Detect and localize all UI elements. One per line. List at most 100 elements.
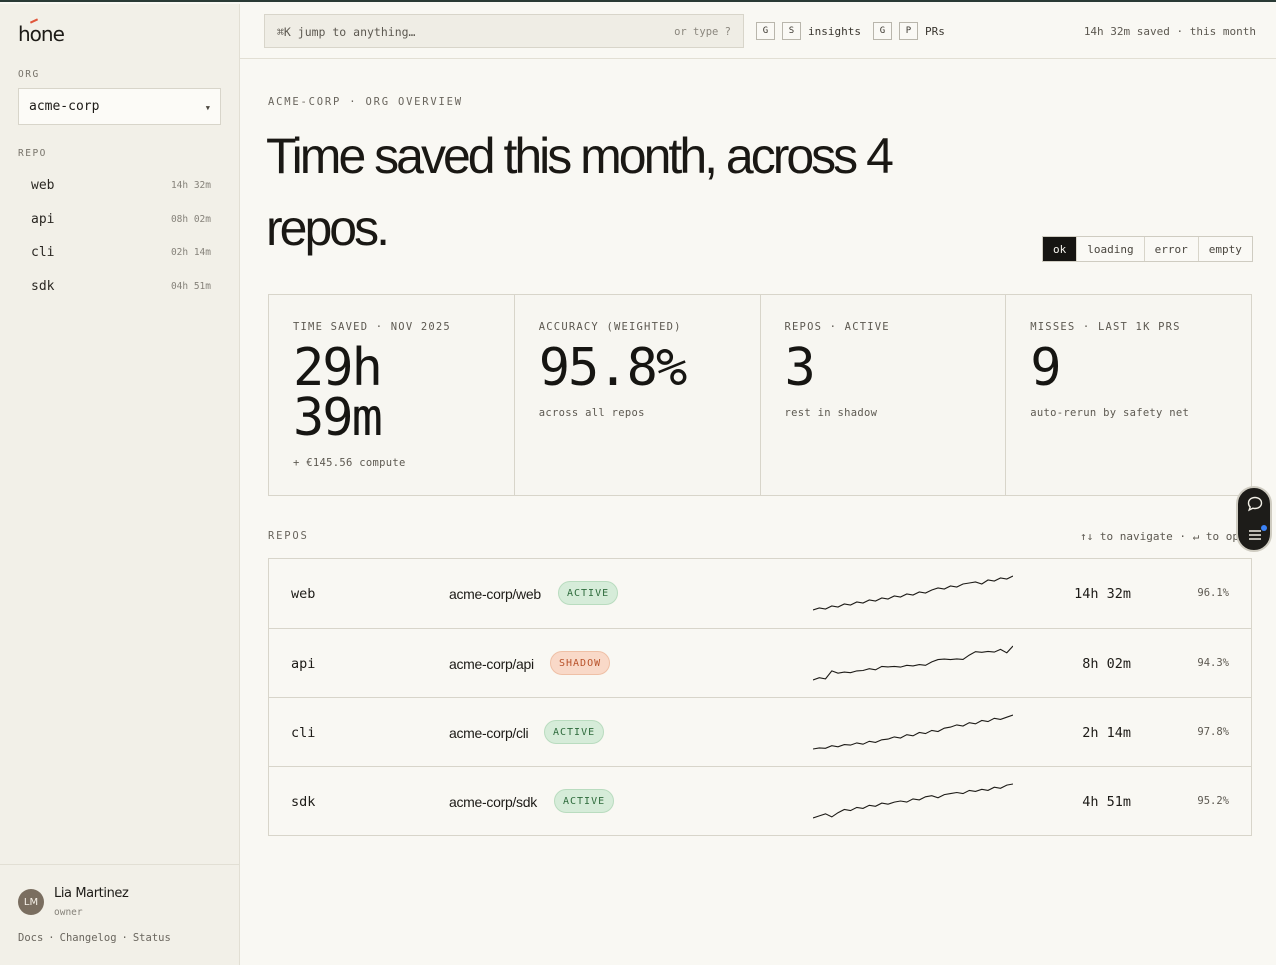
stat-label: ACCURACY (WEIGHTED): [538, 321, 682, 333]
status-badge: ACTIVE: [554, 789, 615, 813]
search-hint: or type ?: [674, 26, 731, 38]
org-select[interactable]: acme-corp ▼: [18, 88, 221, 125]
repo-time-saved: 2h 14m: [1082, 725, 1131, 741]
stat-label: TIME SAVED · NOV 2025: [293, 321, 451, 333]
sidebar-item-label: cli: [31, 245, 55, 261]
state-option-empty[interactable]: empty: [1197, 237, 1252, 261]
table-row[interactable]: cli acme-corp/cli ACTIVE 2h 14m 97.8%: [269, 697, 1251, 766]
sidebar-footer: LM Lia Martinez owner Docs · Changelog · Sta…: [0, 864, 239, 965]
sidebar-item-time: 08h 02m: [170, 213, 211, 225]
stats-panel: TIME SAVED · NOV 2025 29h 39m + €145.56 c…: [268, 294, 1252, 496]
org-label: ORG: [18, 69, 40, 80]
repo-time-saved: 4h 51m: [1082, 794, 1131, 810]
repo-label: REPO: [18, 148, 47, 159]
trend-sparkline: [813, 783, 1013, 819]
state-option-error[interactable]: error: [1143, 237, 1198, 261]
stat-value: 29h 39m: [293, 342, 490, 444]
table-row[interactable]: web acme-corp/web ACTIVE 14h 32m 96.1%: [269, 559, 1251, 628]
trend-sparkline: [813, 645, 1013, 681]
repo-accuracy: 94.3%: [1197, 657, 1229, 669]
stat-label: REPOS · ACTIVE: [784, 321, 890, 333]
stat-label: MISSES · LAST 1K PRS: [1030, 321, 1181, 333]
repo-name: api: [291, 656, 316, 672]
org-select-value: acme-corp: [29, 99, 100, 114]
repo-time-saved: 14h 32m: [1074, 586, 1131, 602]
stat-value-line2: 39m: [293, 388, 383, 448]
stat-sub: across all repos: [538, 407, 645, 419]
sidebar-item-time: 04h 51m: [170, 280, 211, 292]
trend-line: [813, 714, 1013, 750]
table-row[interactable]: api acme-corp/api SHADOW 8h 02m 94.3%: [269, 628, 1251, 697]
sidebar-item-web[interactable]: web 14h 32m: [18, 169, 221, 203]
stat-misses: MISSES · LAST 1K PRS 9 auto-rerun by saf…: [1005, 295, 1251, 495]
repo-path: acme-corp/sdk: [449, 794, 537, 810]
trend-sparkline: [813, 714, 1013, 750]
repo-name: web: [291, 586, 316, 602]
trend-sparkline: [813, 575, 1013, 611]
sidebar-repo-list: web 14h 32m api 08h 02m cli 02h 14m sdk …: [18, 169, 221, 303]
sidebar-item-label: sdk: [31, 278, 55, 294]
kbd-key: G: [873, 22, 892, 40]
trend-line: [813, 783, 1013, 819]
trend-line: [813, 575, 1013, 611]
stat-repos-active: REPOS · ACTIVE 3 rest in shadow: [759, 295, 1006, 495]
insights-shortcut-link[interactable]: insights: [808, 25, 861, 38]
repo-name: cli: [291, 725, 316, 741]
stat-sub: auto-rerun by safety net: [1030, 407, 1190, 419]
avatar[interactable]: LM: [18, 889, 44, 915]
status-link[interactable]: Status: [133, 932, 171, 944]
repo-path: acme-corp/cli: [449, 725, 529, 741]
status-badge: ACTIVE: [544, 720, 605, 744]
repo-name: sdk: [291, 794, 316, 810]
sidebar-item-label: web: [31, 178, 55, 194]
repos-table: web acme-corp/web ACTIVE 14h 32m 96.1% a…: [268, 558, 1252, 836]
status-badge: ACTIVE: [558, 581, 619, 605]
state-toggle: ok loading error empty: [1042, 236, 1253, 262]
stat-value: 3: [784, 338, 816, 398]
sidebar-item-label: api: [31, 211, 55, 227]
table-row[interactable]: sdk acme-corp/sdk ACTIVE 4h 51m 95.2%: [269, 766, 1251, 835]
page-title: Time saved this month, across 4 repos.: [266, 128, 894, 256]
chat-bubble-icon[interactable]: [1246, 495, 1264, 513]
floating-help-widget: [1236, 486, 1272, 552]
status-badge: SHADOW: [550, 651, 611, 675]
search-placeholder: ⌘K jump to anything…: [277, 25, 416, 39]
stat-sub: rest in shadow: [784, 407, 878, 419]
repo-path: acme-corp/web: [449, 586, 541, 602]
app-window: hone ORG acme-corp ▼ REPO web 14h 32m ap…: [0, 0, 1276, 965]
kbd-key: P: [899, 22, 918, 40]
user-name: Lia Martinez: [54, 886, 129, 901]
stat-value: 95.8%: [538, 338, 688, 398]
state-option-loading[interactable]: loading: [1076, 237, 1143, 261]
sidebar: hone ORG acme-corp ▼ REPO web 14h 32m ap…: [0, 4, 240, 965]
user-role: owner: [54, 907, 83, 918]
prs-shortcut-link[interactable]: PRs: [925, 25, 945, 38]
kbd-key: G: [756, 22, 775, 40]
changelog-link[interactable]: Changelog: [60, 932, 117, 944]
stat-value: 9: [1030, 338, 1061, 398]
stat-time-saved: TIME SAVED · NOV 2025 29h 39m + €145.56 c…: [269, 295, 514, 495]
state-option-ok[interactable]: ok: [1043, 237, 1077, 261]
sidebar-item-api[interactable]: api 08h 02m: [18, 203, 221, 237]
repo-accuracy: 95.2%: [1197, 795, 1229, 807]
repo-accuracy: 97.8%: [1197, 726, 1229, 738]
sidebar-item-sdk[interactable]: sdk 04h 51m: [18, 270, 221, 304]
sidebar-item-time: 14h 32m: [170, 180, 211, 192]
saved-summary: 14h 32m saved · this month: [1083, 25, 1256, 38]
nav-hint: ↑↓ to navigate · ↵ to open: [1080, 530, 1238, 543]
repo-time-saved: 8h 02m: [1082, 656, 1131, 672]
sidebar-item-time: 02h 14m: [170, 247, 211, 259]
docs-link[interactable]: Docs: [18, 932, 43, 944]
stat-sub: + €145.56 compute: [293, 457, 406, 469]
search-input[interactable]: ⌘K jump to anything… or type ?: [264, 14, 744, 48]
trend-line: [813, 645, 1013, 681]
sidebar-item-cli[interactable]: cli 02h 14m: [18, 236, 221, 270]
repo-accuracy: 96.1%: [1197, 587, 1229, 599]
kbd-key: S: [782, 22, 801, 40]
stat-accuracy: ACCURACY (WEIGHTED) 95.8% across all rep…: [513, 295, 760, 495]
footer-links: Docs · Changelog · Status: [18, 932, 171, 944]
chevron-down-icon: ▼: [205, 104, 210, 112]
logo[interactable]: hone: [18, 22, 65, 46]
repos-section-label: REPOS: [268, 530, 309, 542]
breadcrumb: ACME-CORP · ORG OVERVIEW: [268, 96, 463, 108]
